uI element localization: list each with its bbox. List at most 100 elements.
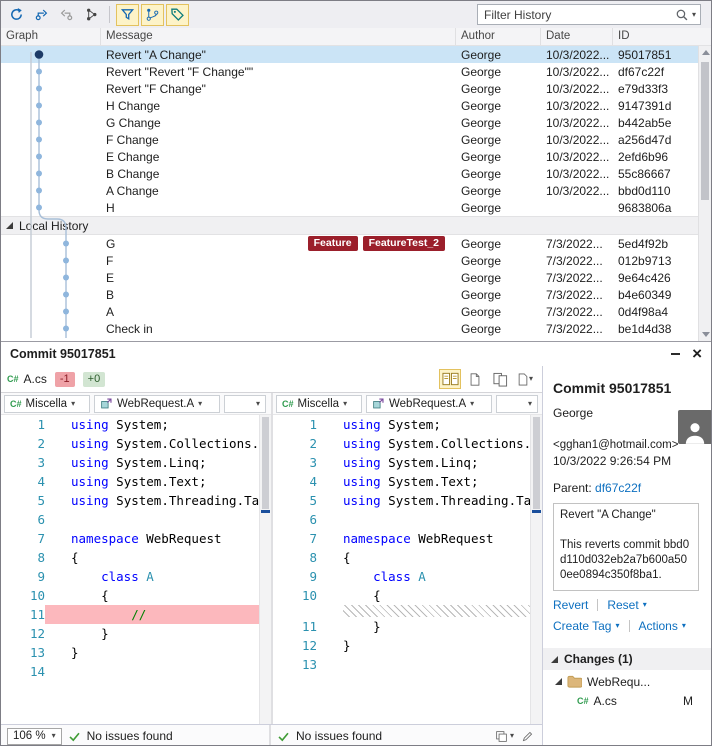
edit-icon[interactable] xyxy=(521,730,534,743)
code-line: 14 xyxy=(1,662,259,681)
line-number: 14 xyxy=(29,664,45,679)
extra-dropdown[interactable]: ▾ xyxy=(224,394,266,413)
reset-dropdown[interactable]: Reset ▾ xyxy=(607,598,646,612)
branch-filter-icon[interactable] xyxy=(141,3,164,26)
after-editor-scrollbar[interactable] xyxy=(530,415,542,724)
compare-options-icon[interactable]: ▾ xyxy=(495,730,514,743)
history-row[interactable]: F Change George 10/3/2022... a256d47d xyxy=(1,131,711,148)
revert-link[interactable]: Revert xyxy=(553,598,588,612)
scroll-up-icon[interactable] xyxy=(702,50,710,55)
commit-message-cell: A Change xyxy=(101,184,456,198)
open-file-dropdown-icon[interactable]: ▾ xyxy=(514,369,536,389)
code-text: class A xyxy=(317,567,530,586)
project-dropdown[interactable]: C# Miscella ▾ xyxy=(4,394,90,413)
close-icon[interactable]: × xyxy=(692,345,702,362)
history-row[interactable]: B Change George 10/3/2022... 55c86667 xyxy=(1,165,711,182)
line-number: 4 xyxy=(309,474,317,489)
member-dropdown[interactable]: WebRequest.A ▾ xyxy=(94,394,220,413)
issues-status-text: No issues found xyxy=(86,729,173,743)
outgoing-commits-icon[interactable] xyxy=(30,4,53,26)
local-history-section-header[interactable]: Local History xyxy=(1,216,711,235)
history-row[interactable]: Revert "F Change" George 10/3/2022... e79d3… xyxy=(1,80,711,97)
diff-pane-after: C# Miscella ▾ WebRequest.A ▾ ▾ 1 using S… xyxy=(271,393,542,724)
code-text: { xyxy=(45,548,259,567)
history-row[interactable]: Check in George 7/3/2022... be1d4d38 xyxy=(1,320,711,337)
filter-funnel-icon[interactable] xyxy=(116,3,139,26)
scrollbar-thumb[interactable] xyxy=(262,417,269,509)
commit-panel-body: C# A.cs -1 +0 ▾ C# Miscella ▾ WebRequest… xyxy=(1,366,711,745)
history-row[interactable]: H George 9683806a xyxy=(1,199,711,216)
code-token: using xyxy=(71,474,109,489)
code-text: using System; xyxy=(45,415,259,434)
search-icon-group: ▾ xyxy=(675,8,700,22)
file-tab[interactable]: C# A.cs -1 +0 xyxy=(7,371,106,387)
history-row[interactable]: G Feature FeatureTest_2 George 7/3/2022... 5e… xyxy=(1,235,711,252)
history-row[interactable]: G Change George 10/3/2022... b442ab5e xyxy=(1,114,711,131)
scrollbar-thumb[interactable] xyxy=(533,417,540,509)
history-row[interactable]: Revert "A Change" George 10/3/2022... 95017… xyxy=(1,46,711,63)
folder-icon xyxy=(567,675,582,688)
right-combobar: C# Miscella ▾ WebRequest.A ▾ ▾ xyxy=(273,393,542,415)
history-row[interactable]: E Change George 10/3/2022... 2efd6b96 xyxy=(1,148,711,165)
column-header-id[interactable]: ID xyxy=(613,28,711,45)
minimize-icon[interactable] xyxy=(671,353,681,355)
commit-author: George xyxy=(461,98,502,113)
compare-files-icon[interactable] xyxy=(489,369,511,389)
changes-folder-row[interactable]: WebRequ... xyxy=(553,672,703,691)
code-token: System.Threading.Tasks; xyxy=(388,493,530,508)
search-dropdown-icon[interactable]: ▾ xyxy=(692,10,696,19)
author-block: George <gghan1@hotmail.com> 10/3/2022 9:… xyxy=(553,406,711,468)
commit-message: E xyxy=(106,270,115,285)
commit-id: 012b9713 xyxy=(618,253,672,268)
column-header-message[interactable]: Message xyxy=(101,28,456,45)
history-row[interactable]: B George 7/3/2022... b4e60349 xyxy=(1,286,711,303)
zoom-select[interactable]: 106 % ▾ xyxy=(7,727,62,745)
history-row[interactable]: A Change George 10/3/2022... bbd0d110 xyxy=(1,182,711,199)
scrollbar-thumb[interactable] xyxy=(701,62,709,200)
commit-message: A Change xyxy=(106,183,159,198)
code-line: 12} xyxy=(273,636,530,655)
column-header-author[interactable]: Author xyxy=(456,28,541,45)
history-row[interactable]: H Change George 10/3/2022... 9147391d xyxy=(1,97,711,114)
actions-dropdown[interactable]: Actions ▾ xyxy=(639,619,686,633)
deletions-badge: -1 xyxy=(54,371,75,387)
side-by-side-diff-icon[interactable] xyxy=(439,369,461,389)
history-row[interactable]: Revert "Revert "F Change"" George 10/3/202… xyxy=(1,63,711,80)
history-row[interactable]: F George 7/3/2022... 012b9713 xyxy=(1,252,711,269)
before-editor-scrollbar[interactable] xyxy=(259,415,271,724)
author-info: George <gghan1@hotmail.com> 10/3/2022 9:… xyxy=(553,406,678,468)
parent-commit-link[interactable]: df67c22f xyxy=(595,481,641,495)
history-row[interactable]: E George 7/3/2022... 9e64c426 xyxy=(1,269,711,286)
scroll-down-icon[interactable] xyxy=(702,332,710,337)
search-icon[interactable] xyxy=(675,8,689,22)
code-token: } xyxy=(343,638,351,653)
tag-filter-icon[interactable] xyxy=(166,3,189,26)
column-header-date[interactable]: Date xyxy=(541,28,613,45)
commit-id: 9147391d xyxy=(618,98,672,113)
before-statusbar: 106 % ▾ No issues found xyxy=(1,725,271,745)
history-row[interactable]: A George 7/3/2022... 0d4f98a4 xyxy=(1,303,711,320)
member-dropdown[interactable]: WebRequest.A ▾ xyxy=(366,394,492,413)
zoom-level: 106 % xyxy=(13,730,46,742)
code-token: System.Threading.Tasks; xyxy=(116,493,259,508)
incoming-commits-icon[interactable] xyxy=(55,4,78,26)
left-combobar: C# Miscella ▾ WebRequest.A ▾ ▾ xyxy=(1,393,271,415)
changes-section-header[interactable]: Changes (1) xyxy=(543,648,711,670)
project-dropdown[interactable]: C# Miscella ▾ xyxy=(276,394,362,413)
member-dropdown-label: WebRequest.A xyxy=(389,397,467,410)
create-tag-dropdown[interactable]: Create Tag ▾ xyxy=(553,619,620,633)
parent-row: Parent: df67c22f xyxy=(553,481,703,495)
commit-date: 10/3/2022... xyxy=(546,47,610,62)
inline-diff-icon[interactable] xyxy=(464,369,486,389)
filter-history-searchbox[interactable]: ▾ xyxy=(477,4,701,25)
commit-id: e79d33f3 xyxy=(618,81,669,96)
show-graph-icon[interactable] xyxy=(80,4,103,26)
column-header-graph[interactable]: Graph xyxy=(1,28,101,45)
history-scrollbar[interactable] xyxy=(698,46,711,341)
filter-history-input[interactable] xyxy=(478,7,675,22)
code-text: using System; xyxy=(317,415,530,434)
extra-dropdown[interactable]: ▾ xyxy=(496,394,538,413)
changes-file-row[interactable]: C# A.cs M xyxy=(553,691,703,710)
refresh-icon[interactable] xyxy=(5,4,28,26)
